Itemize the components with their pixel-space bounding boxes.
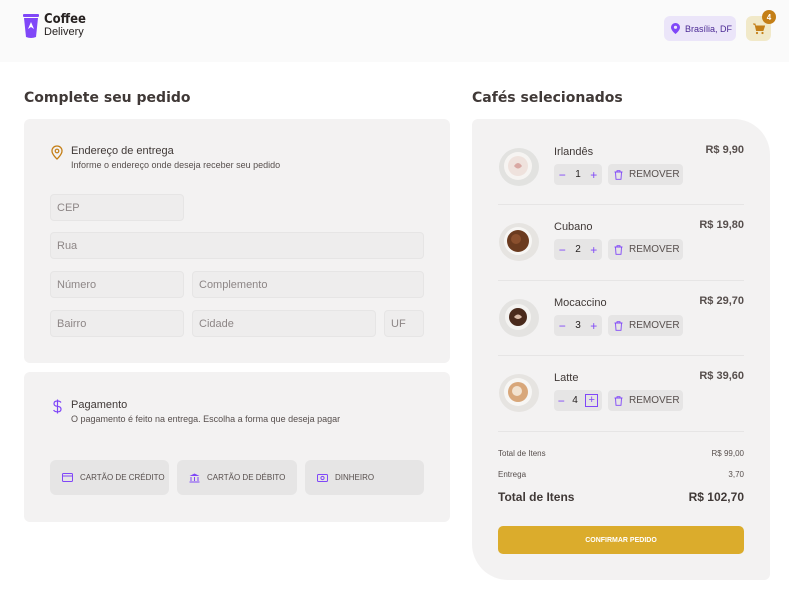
items-total-row: Total de Itens R$ 99,00 xyxy=(498,449,744,458)
item-price: R$ 19,80 xyxy=(699,219,744,231)
credit-card-icon xyxy=(62,473,73,482)
debit-card-option[interactable]: CARTÃO DE DÉBITO xyxy=(177,460,297,495)
quantity-stepper[interactable]: − 3 + xyxy=(554,315,602,336)
trash-icon xyxy=(614,320,623,331)
cart-item: Cubano R$ 19,80 − 2 + REMOVER xyxy=(498,219,744,281)
mocaccino-image xyxy=(499,299,539,337)
divider xyxy=(498,431,744,432)
debit-card-label: CARTÃO DE DÉBITO xyxy=(207,473,286,482)
map-pin-outline-icon xyxy=(51,145,63,160)
minus-icon[interactable]: − xyxy=(559,168,566,182)
minus-icon[interactable]: − xyxy=(558,394,565,408)
items-total-label: Total de Itens xyxy=(498,449,546,458)
divider xyxy=(498,204,744,205)
item-price: R$ 39,60 xyxy=(699,370,744,382)
cart-item: Irlandês R$ 9,90 − 1 + REMOVER xyxy=(498,144,744,206)
cart-item: Latte R$ 39,60 − 4 + REMOVER xyxy=(498,370,744,432)
quantity-stepper[interactable]: − 2 + xyxy=(554,239,602,260)
confirm-order-button[interactable]: CONFIRMAR PEDIDO xyxy=(498,526,744,554)
uf-input[interactable]: UF xyxy=(384,310,424,337)
payment-subheading: O pagamento é feito na entrega. Escolha … xyxy=(71,414,341,424)
cart-title: Cafés selecionados xyxy=(472,90,623,106)
logo-line1: Coffee xyxy=(44,12,86,27)
trash-icon xyxy=(614,244,623,255)
delivery-value: 3,70 xyxy=(728,470,744,479)
cash-option[interactable]: DINHEIRO xyxy=(305,460,424,495)
cart-item: Mocaccino R$ 29,70 − 3 + REMOVER xyxy=(498,295,744,357)
cart-count-badge: 4 xyxy=(762,10,776,24)
credit-card-option[interactable]: CARTÃO DE CRÉDITO xyxy=(50,460,169,495)
address-subheading: Informe o endereço onde deseja receber s… xyxy=(71,160,281,170)
item-name: Irlandês xyxy=(554,146,594,158)
bairro-input[interactable]: Bairro xyxy=(50,310,184,337)
item-price: R$ 29,70 xyxy=(699,295,744,307)
quantity-value: 1 xyxy=(575,169,581,180)
latte-image xyxy=(499,374,539,412)
remove-button[interactable]: REMOVER xyxy=(608,315,683,336)
divider xyxy=(498,280,744,281)
irish-coffee-image xyxy=(499,148,539,186)
delivery-row: Entrega 3,70 xyxy=(498,470,744,479)
payment-card xyxy=(24,372,450,522)
delivery-label: Entrega xyxy=(498,470,527,479)
quantity-stepper[interactable]: − 1 + xyxy=(554,164,602,185)
remove-label: REMOVER xyxy=(629,244,680,255)
item-price: R$ 9,90 xyxy=(705,144,744,156)
credit-card-label: CARTÃO DE CRÉDITO xyxy=(80,473,165,482)
money-icon xyxy=(317,473,328,482)
minus-icon[interactable]: − xyxy=(559,319,566,333)
checkout-title: Complete seu pedido xyxy=(24,90,191,106)
item-name: Latte xyxy=(554,372,579,384)
remove-button[interactable]: REMOVER xyxy=(608,390,683,411)
map-pin-icon xyxy=(671,23,680,34)
cep-input[interactable]: CEP xyxy=(50,194,184,221)
item-name: Cubano xyxy=(554,221,593,233)
plus-icon[interactable]: + xyxy=(585,394,599,407)
cidade-input[interactable]: Cidade xyxy=(192,310,376,337)
quantity-value: 4 xyxy=(572,395,578,406)
item-name: Mocaccino xyxy=(554,297,607,309)
minus-icon[interactable]: − xyxy=(559,243,566,257)
location-text: Brasília, DF xyxy=(685,23,733,34)
remove-button[interactable]: REMOVER xyxy=(608,164,683,185)
shopping-cart-icon xyxy=(752,23,765,34)
rua-input[interactable]: Rua xyxy=(50,232,424,259)
remove-label: REMOVER xyxy=(629,395,680,406)
header: Coffee Delivery Brasília, DF 4 xyxy=(0,0,789,62)
dollar-sign-icon xyxy=(53,399,62,414)
grand-total-row: Total de Itens R$ 102,70 xyxy=(498,490,744,504)
cash-label: DINHEIRO xyxy=(335,473,375,482)
logo-line2: Delivery xyxy=(44,26,84,38)
coffee-cup-logo-icon xyxy=(23,14,39,38)
grand-total-value: R$ 102,70 xyxy=(688,490,744,504)
grand-total-label: Total de Itens xyxy=(498,490,575,504)
items-total-value: R$ 99,00 xyxy=(711,449,744,458)
plus-icon[interactable]: + xyxy=(590,243,597,257)
quantity-stepper[interactable]: − 4 + xyxy=(554,390,602,411)
plus-icon[interactable]: + xyxy=(590,168,597,182)
bank-icon xyxy=(189,473,200,482)
location-badge[interactable]: Brasília, DF xyxy=(664,16,736,41)
trash-icon xyxy=(614,169,623,180)
payment-heading: Pagamento xyxy=(71,399,128,411)
logo[interactable]: Coffee Delivery xyxy=(23,13,86,39)
quantity-value: 2 xyxy=(575,244,581,255)
cuban-coffee-image xyxy=(499,223,539,261)
plus-icon[interactable]: + xyxy=(590,319,597,333)
remove-label: REMOVER xyxy=(629,169,680,180)
complemento-input[interactable]: Complemento xyxy=(192,271,424,298)
trash-icon xyxy=(614,395,623,406)
address-header: Endereço de entrega Informe o endereço o… xyxy=(51,145,280,170)
payment-header: Pagamento O pagamento é feito na entrega… xyxy=(52,399,340,424)
quantity-value: 3 xyxy=(575,320,581,331)
address-heading: Endereço de entrega xyxy=(71,145,174,157)
remove-label: REMOVER xyxy=(629,320,680,331)
divider xyxy=(498,355,744,356)
remove-button[interactable]: REMOVER xyxy=(608,239,683,260)
numero-input[interactable]: Número xyxy=(50,271,184,298)
